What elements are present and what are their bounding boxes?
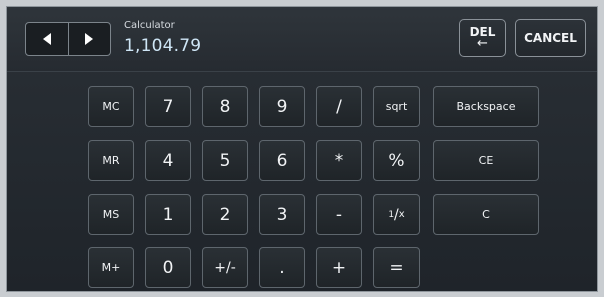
- nav-arrows: [25, 22, 111, 56]
- equals-button[interactable]: =: [373, 247, 420, 288]
- decimal-button[interactable]: .: [259, 247, 305, 288]
- key-9[interactable]: 9: [259, 86, 305, 127]
- key-1[interactable]: 1: [145, 194, 191, 235]
- calculator-title: Calculator: [124, 20, 175, 31]
- c-button[interactable]: C: [433, 194, 539, 235]
- key-3[interactable]: 3: [259, 194, 305, 235]
- backspace-button[interactable]: Backspace: [433, 86, 539, 127]
- display-value: 1,104.79: [124, 36, 202, 56]
- next-button[interactable]: [67, 23, 111, 55]
- cancel-label: CANCEL: [524, 31, 577, 45]
- key-4[interactable]: 4: [145, 140, 191, 181]
- del-button[interactable]: DEL ←: [459, 19, 506, 57]
- key-8[interactable]: 8: [202, 86, 248, 127]
- calculator-window: Calculator 1,104.79 DEL ← CANCEL MC 7 8 …: [6, 6, 598, 292]
- sqrt-button[interactable]: sqrt: [373, 86, 420, 127]
- triangle-right-icon: [85, 33, 94, 45]
- key-7[interactable]: 7: [145, 86, 191, 127]
- ms-button[interactable]: MS: [88, 194, 134, 235]
- divide-button[interactable]: /: [316, 86, 362, 127]
- key-0[interactable]: 0: [145, 247, 191, 288]
- mc-button[interactable]: MC: [88, 86, 134, 127]
- previous-button[interactable]: [26, 23, 68, 55]
- cancel-button[interactable]: CANCEL: [515, 19, 586, 57]
- triangle-left-icon: [42, 33, 51, 45]
- minus-button[interactable]: -: [316, 194, 362, 235]
- reciprocal-denominator: x: [398, 209, 405, 220]
- percent-button[interactable]: %: [373, 140, 420, 181]
- reciprocal-button[interactable]: 1/x: [373, 194, 420, 235]
- key-2[interactable]: 2: [202, 194, 248, 235]
- key-5[interactable]: 5: [202, 140, 248, 181]
- mr-button[interactable]: MR: [88, 140, 134, 181]
- key-6[interactable]: 6: [259, 140, 305, 181]
- ce-button[interactable]: CE: [433, 140, 539, 181]
- left-arrow-icon: ←: [477, 35, 488, 51]
- multiply-button[interactable]: *: [316, 140, 362, 181]
- m-plus-button[interactable]: M+: [88, 247, 134, 288]
- top-bar: Calculator 1,104.79 DEL ← CANCEL: [7, 7, 597, 72]
- plus-minus-button[interactable]: +/-: [202, 247, 248, 288]
- plus-button[interactable]: +: [316, 247, 362, 288]
